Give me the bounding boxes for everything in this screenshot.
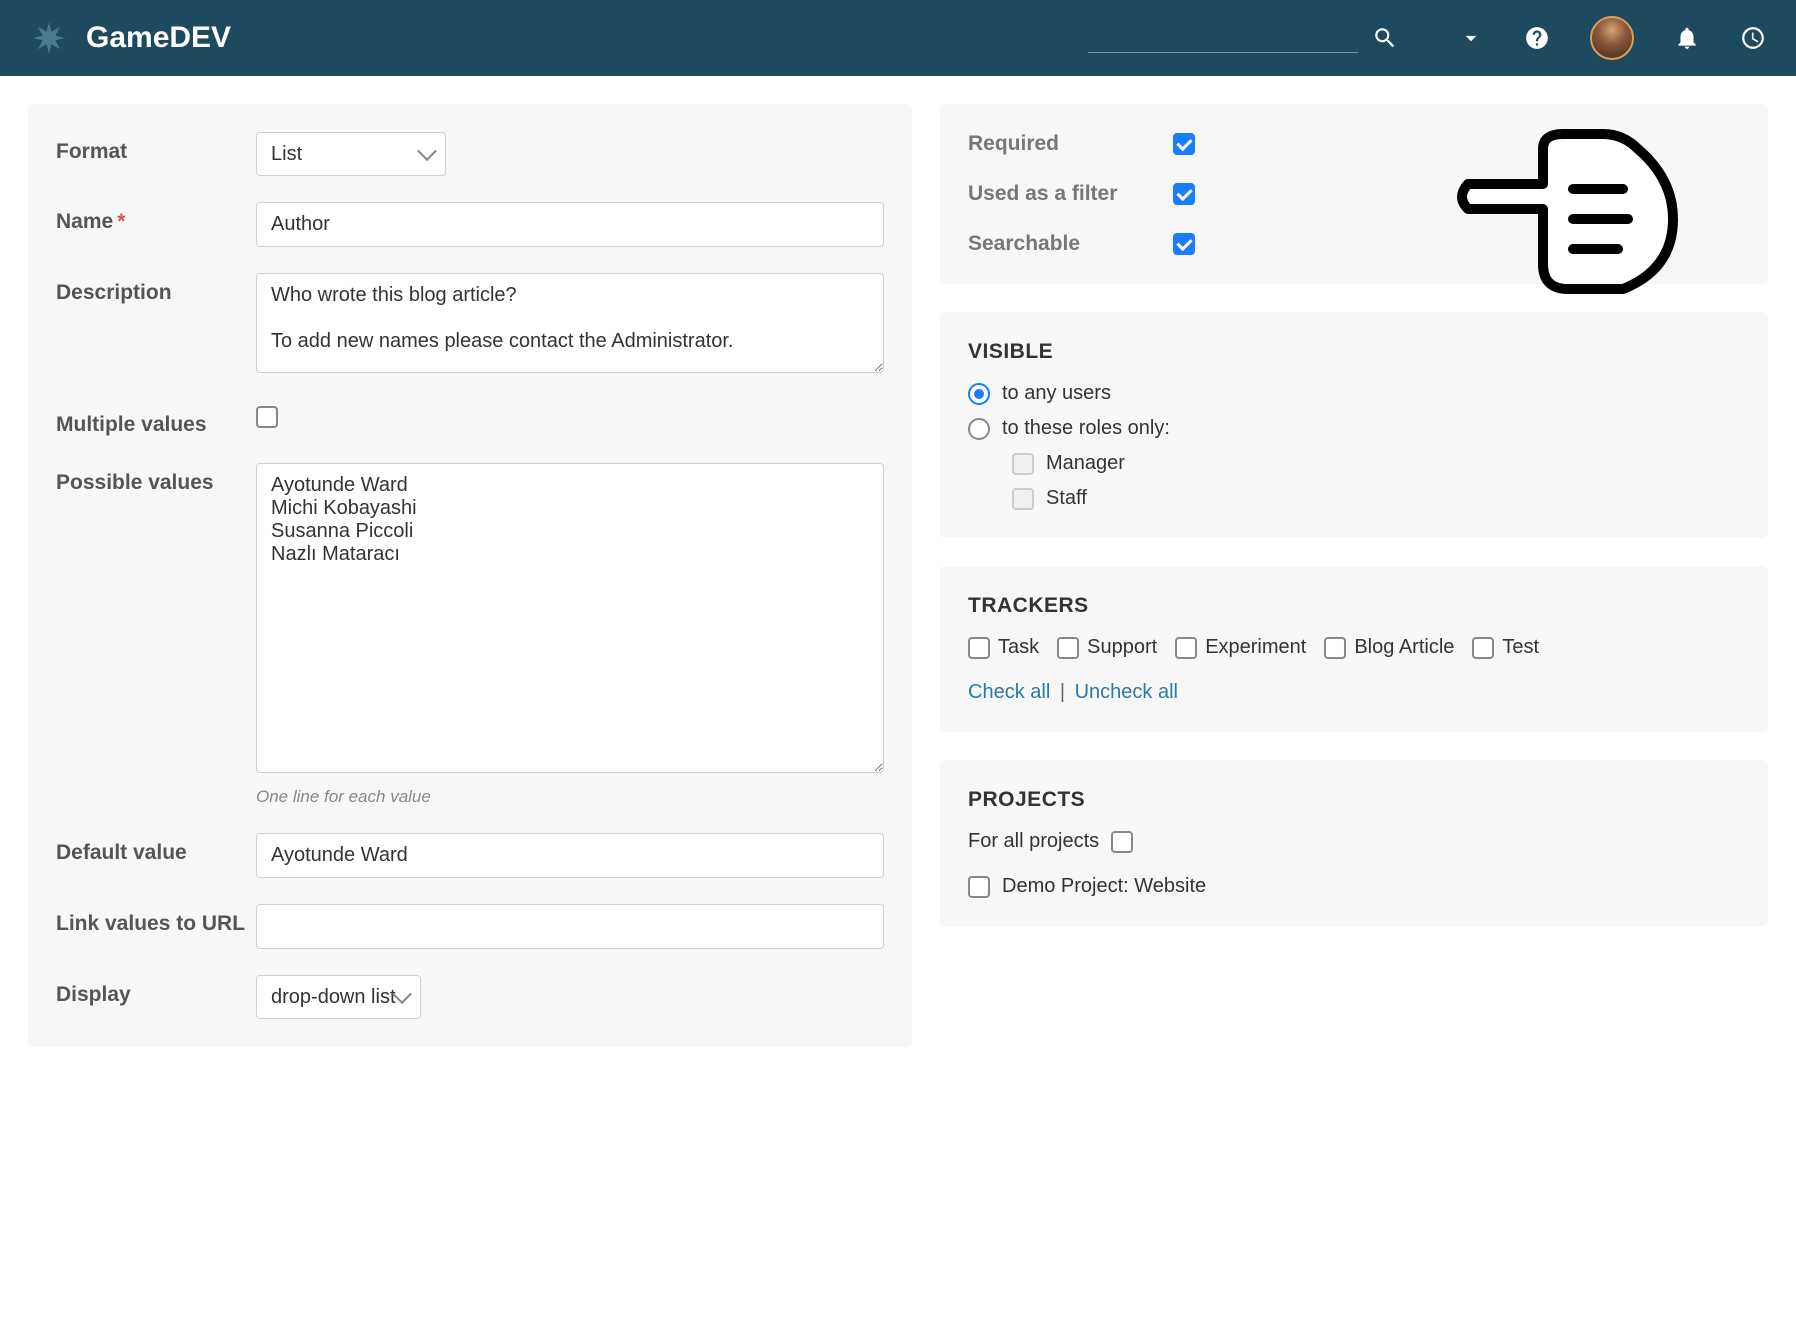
tracker-experiment-checkbox[interactable] (1175, 637, 1197, 659)
name-label: Name* (56, 202, 256, 234)
visible-panel: VISIBLE to any users to these roles only… (940, 312, 1768, 538)
projects-title: PROJECTS (968, 788, 1740, 812)
trackers-panel: TRACKERS Task Support Experiment Blog Ar… (940, 566, 1768, 732)
role-staff-checkbox[interactable] (1012, 488, 1034, 510)
link-values-input[interactable] (256, 904, 884, 949)
role-staff-label: Staff (1046, 487, 1087, 510)
tracker-task-checkbox[interactable] (968, 637, 990, 659)
description-textarea[interactable]: Who wrote this blog article? To add new … (256, 273, 884, 373)
search-icon[interactable] (1372, 25, 1398, 51)
tracker-test-checkbox[interactable] (1472, 637, 1494, 659)
visible-title: VISIBLE (968, 340, 1740, 364)
searchable-label: Searchable (968, 232, 1173, 256)
project-demo-website-label: Demo Project: Website (1002, 875, 1206, 898)
possible-values-hint: One line for each value (256, 787, 884, 807)
tracker-blog-article-label: Blog Article (1354, 636, 1454, 659)
for-all-projects-checkbox[interactable] (1111, 831, 1133, 853)
tracker-test-label: Test (1502, 636, 1539, 659)
default-value-input[interactable] (256, 833, 884, 878)
visible-roles-label: to these roles only: (1002, 417, 1170, 440)
content: Format List Name* Description Who wrote … (0, 76, 1796, 1047)
uncheck-all-link[interactable]: Uncheck all (1075, 681, 1178, 703)
multiple-values-label: Multiple values (56, 405, 256, 437)
required-label: Required (968, 132, 1173, 156)
app-logo-icon (30, 19, 68, 57)
tracker-blog-article-checkbox[interactable] (1324, 637, 1346, 659)
check-all-link[interactable]: Check all (968, 681, 1050, 703)
visible-roles-radio[interactable] (968, 418, 990, 440)
search-area (1088, 23, 1398, 53)
required-checkbox[interactable] (1173, 133, 1195, 155)
clock-icon[interactable] (1740, 25, 1766, 51)
display-select[interactable]: drop-down list (256, 975, 421, 1019)
search-input[interactable] (1088, 23, 1358, 53)
default-value-label: Default value (56, 833, 256, 865)
tracker-experiment-label: Experiment (1205, 636, 1306, 659)
chevron-down-icon[interactable] (1458, 25, 1484, 51)
role-manager-checkbox[interactable] (1012, 453, 1034, 475)
right-column: Required Used as a filter Searchable VIS… (940, 104, 1768, 1047)
name-input[interactable] (256, 202, 884, 247)
visible-any-users-radio[interactable] (968, 383, 990, 405)
tracker-task-label: Task (998, 636, 1039, 659)
project-demo-website-checkbox[interactable] (968, 876, 990, 898)
used-as-filter-checkbox[interactable] (1173, 183, 1195, 205)
possible-values-label: Possible values (56, 463, 256, 495)
format-select[interactable]: List (256, 132, 446, 176)
left-panel: Format List Name* Description Who wrote … (28, 104, 912, 1047)
topbar: GameDEV (0, 0, 1796, 76)
possible-values-textarea[interactable]: Ayotunde Ward Michi Kobayashi Susanna Pi… (256, 463, 884, 773)
role-manager-label: Manager (1046, 452, 1125, 475)
used-as-filter-label: Used as a filter (968, 182, 1173, 206)
trackers-title: TRACKERS (968, 594, 1740, 618)
projects-panel: PROJECTS For all projects Demo Project: … (940, 760, 1768, 926)
tracker-support-checkbox[interactable] (1057, 637, 1079, 659)
multiple-values-checkbox[interactable] (256, 406, 278, 428)
toggles-panel: Required Used as a filter Searchable (940, 104, 1768, 284)
app-title: GameDEV (86, 21, 231, 55)
avatar[interactable] (1590, 16, 1634, 60)
tracker-support-label: Support (1087, 636, 1157, 659)
bell-icon[interactable] (1674, 25, 1700, 51)
display-label: Display (56, 975, 256, 1007)
searchable-checkbox[interactable] (1173, 233, 1195, 255)
format-label: Format (56, 132, 256, 164)
visible-any-users-label: to any users (1002, 382, 1111, 405)
help-icon[interactable] (1524, 25, 1550, 51)
link-values-label: Link values to URL (56, 904, 256, 936)
for-all-projects-label: For all projects (968, 830, 1099, 853)
description-label: Description (56, 273, 256, 305)
